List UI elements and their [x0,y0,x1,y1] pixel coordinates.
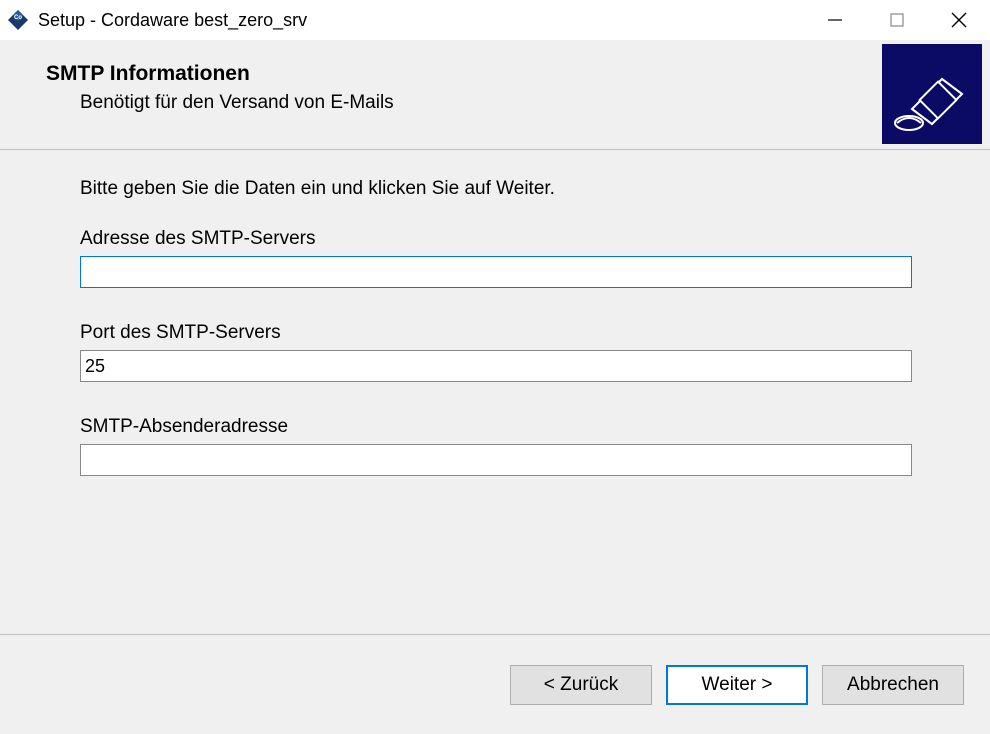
back-button[interactable]: < Zurück [510,665,652,705]
input-smtp-port[interactable] [80,350,912,382]
window-controls [804,0,990,40]
window-title: Setup - Cordaware best_zero_srv [38,10,804,31]
app-icon: Co [6,8,30,32]
titlebar: Co Setup - Cordaware best_zero_srv [0,0,990,40]
wizard-footer: < Zurück Weiter > Abbrechen [0,634,990,734]
cancel-button[interactable]: Abbrechen [822,665,964,705]
input-smtp-sender[interactable] [80,444,912,476]
field-smtp-address: Adresse des SMTP-Servers [80,228,910,288]
page-subtitle: Benötigt für den Versand von E-Mails [80,92,394,114]
header-text: SMTP Informationen Benötigt für den Vers… [0,40,394,114]
input-smtp-address[interactable] [80,256,912,288]
page-title: SMTP Informationen [46,62,394,86]
field-smtp-sender: SMTP-Absenderadresse [80,416,910,476]
wizard-header: SMTP Informationen Benötigt für den Vers… [0,40,990,150]
label-smtp-port: Port des SMTP-Servers [80,322,910,344]
svg-text:Co: Co [14,15,22,21]
close-button[interactable] [928,0,990,40]
maximize-button[interactable] [866,0,928,40]
minimize-button[interactable] [804,0,866,40]
field-smtp-port: Port des SMTP-Servers [80,322,910,382]
wizard-content: Bitte geben Sie die Daten ein und klicke… [0,150,990,634]
label-smtp-sender: SMTP-Absenderadresse [80,416,910,438]
installer-icon [882,44,982,144]
label-smtp-address: Adresse des SMTP-Servers [80,228,910,250]
next-button[interactable]: Weiter > [666,665,808,705]
intro-text: Bitte geben Sie die Daten ein und klicke… [80,178,910,200]
